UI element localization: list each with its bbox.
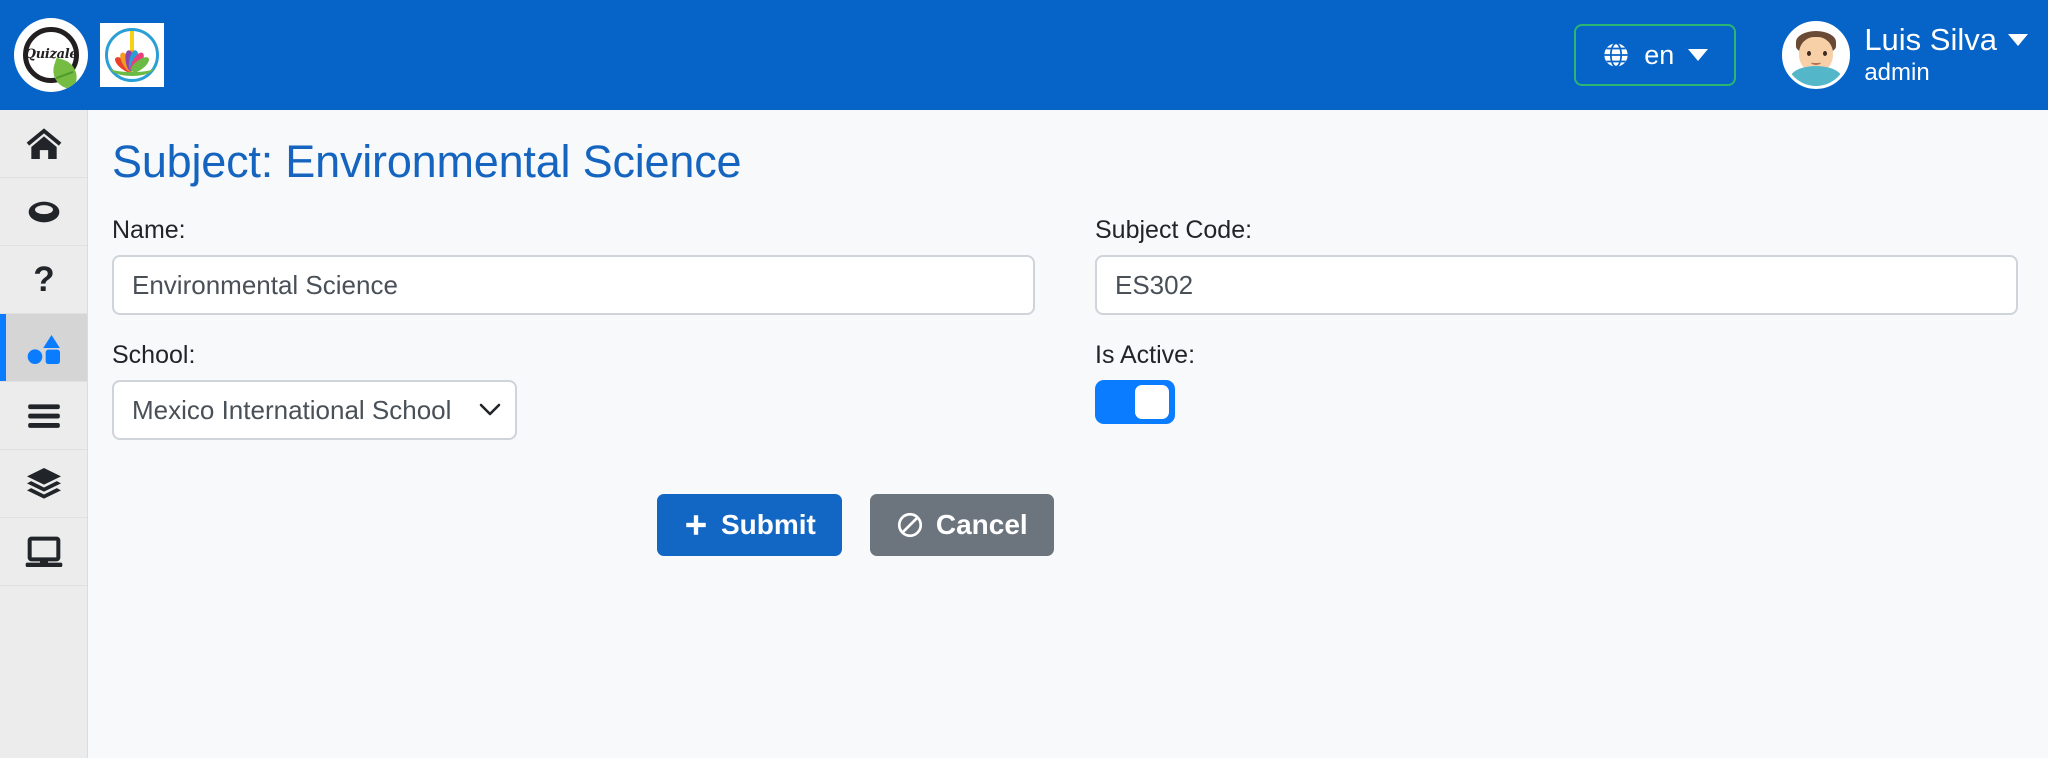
user-menu[interactable]: Luis Silva admin	[1782, 21, 2028, 89]
avatar	[1782, 21, 1851, 89]
quizale-logo[interactable]: Quizale	[14, 18, 88, 92]
is-active-label: Is Active:	[1095, 341, 1196, 369]
svg-text:?: ?	[33, 260, 54, 299]
user-name: Luis Silva	[1864, 22, 1997, 58]
field-is-active: Is Active:	[1095, 341, 2018, 440]
is-active-toggle[interactable]	[1095, 380, 1175, 424]
sidebar-item-help[interactable]: ?	[0, 246, 87, 314]
field-subject-code: Subject Code:	[1095, 216, 2018, 315]
bars-icon	[27, 403, 60, 428]
toggle-knob	[1135, 385, 1169, 419]
layers-icon	[26, 467, 61, 499]
ban-icon	[897, 512, 922, 538]
quizale-wordmark: Quizale	[24, 47, 78, 62]
top-header: Quizale en Luis Silva admin	[0, 0, 2048, 110]
field-school: School: Mexico International School	[112, 341, 1035, 440]
school-label: School:	[112, 341, 196, 369]
school-lotus-logo[interactable]	[100, 23, 164, 87]
form-actions: Submit Cancel	[112, 494, 2018, 556]
school-select-value: Mexico International School	[132, 394, 452, 425]
question-mark-icon: ?	[33, 260, 54, 299]
home-icon	[26, 127, 61, 159]
cancel-button-label: Cancel	[935, 509, 1028, 540]
sidebar-item-devices[interactable]	[0, 518, 87, 586]
brand-group: Quizale	[14, 18, 164, 92]
name-label: Name:	[112, 216, 186, 244]
sidebar-item-ring[interactable]	[0, 178, 87, 246]
sidebar-item-subjects[interactable]	[0, 314, 87, 382]
app-root: Quizale en Luis Silva admin ? Subject: E…	[0, 0, 2048, 758]
chevron-down-icon	[1688, 49, 1709, 61]
user-info: Luis Silva admin	[1864, 23, 2028, 86]
shapes-icon	[27, 334, 60, 364]
name-input[interactable]	[112, 255, 1035, 315]
laptop-icon	[25, 536, 62, 567]
sidebar-item-menu[interactable]	[0, 382, 87, 450]
submit-button[interactable]: Submit	[657, 494, 842, 556]
subject-code-input[interactable]	[1095, 255, 2018, 315]
field-name: Name:	[112, 216, 1035, 315]
school-select[interactable]: Mexico International School	[112, 380, 517, 440]
chevron-down-icon	[2008, 34, 2028, 47]
language-selector[interactable]: en	[1574, 24, 1737, 86]
sidebar-item-layers[interactable]	[0, 450, 87, 518]
globe-icon	[1604, 42, 1628, 68]
subject-form: Name: Subject Code: School: Mexico Inter…	[112, 216, 2018, 466]
ring-icon	[28, 201, 59, 222]
submit-button-label: Submit	[721, 509, 816, 540]
sidebar-item-home[interactable]	[0, 110, 87, 178]
school-select-wrap: Mexico International School	[112, 380, 517, 440]
main-content: Subject: Environmental Science Name: Sub…	[88, 110, 2048, 758]
avatar-body	[1791, 66, 1842, 86]
user-role: admin	[1864, 59, 1930, 87]
plus-icon	[686, 515, 706, 535]
user-name-row: Luis Silva	[1864, 23, 2028, 57]
subject-code-label: Subject Code:	[1095, 216, 1253, 244]
language-code: en	[1644, 39, 1675, 70]
cancel-button[interactable]: Cancel	[869, 494, 1054, 556]
sidebar: ?	[0, 110, 88, 758]
lotus-base	[110, 60, 154, 76]
page-title: Subject: Environmental Science	[112, 136, 742, 187]
